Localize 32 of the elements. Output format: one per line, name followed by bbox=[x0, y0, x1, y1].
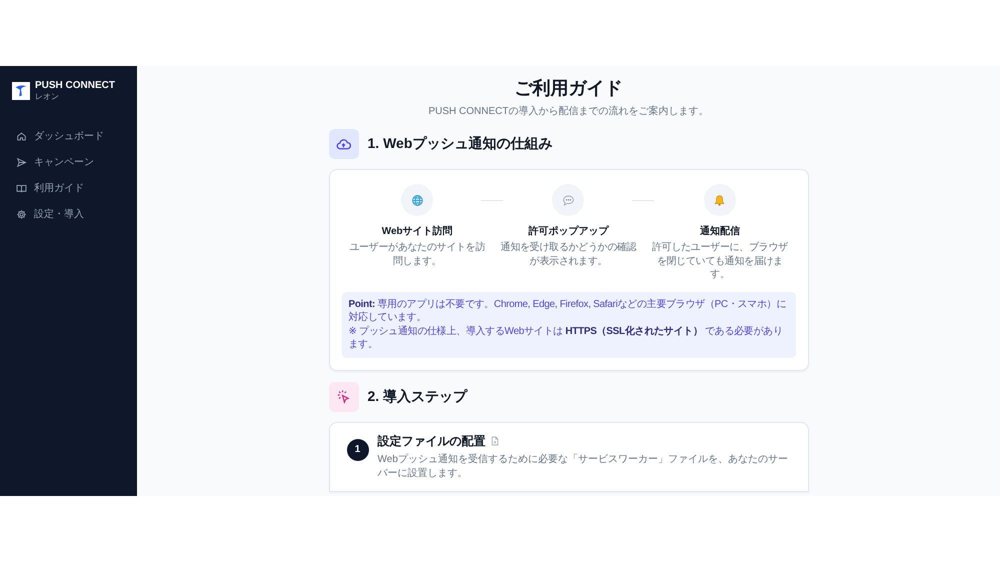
step-title: 通知配信 bbox=[700, 224, 740, 238]
settings-icon bbox=[16, 208, 27, 220]
nav-item[interactable]: キャンペーン bbox=[12, 153, 125, 171]
step-description: 通知を受け取るかどうかの確認が表示されます。 bbox=[500, 241, 638, 268]
page-subtitle: PUSH CONNECTの導入から配信までの流れをご案内します。 bbox=[427, 104, 710, 118]
page-title: ご利用ガイド bbox=[514, 77, 624, 100]
document-icon bbox=[490, 436, 498, 446]
step-description: ユーザーがあなたのサイトを訪問します。 bbox=[348, 241, 486, 268]
note-text: ※ プッシュ通知の仕様上、導入するWebサイトは HTTPS（SSL化されたサイト） である必要があります。 bbox=[348, 324, 784, 352]
step-title: Webサイト訪問 bbox=[382, 224, 453, 238]
cloud-upload-icon bbox=[336, 136, 351, 152]
brand-name: PUSH CONNECT bbox=[35, 80, 116, 91]
step-number: 1 bbox=[346, 438, 368, 460]
bell-icon bbox=[713, 194, 726, 206]
step-title: 設定ファイルの配置 bbox=[378, 432, 486, 450]
nav-item[interactable]: ダッシュボード bbox=[12, 127, 125, 145]
step-description: Webプッシュ通知を受信するために必要な「サービスワーカー」ファイルを、あなたのサーバーに設置します。 bbox=[378, 452, 789, 480]
section-heading: 1. Webプッシュ通知の仕組み bbox=[368, 135, 552, 153]
user-name: レオン bbox=[35, 92, 60, 102]
click-icon bbox=[336, 389, 351, 404]
speech-bubble-icon bbox=[562, 194, 575, 206]
section-heading: 2. 導入ステップ bbox=[368, 388, 468, 406]
step-title: 許可ポップアップ bbox=[528, 224, 608, 238]
globe-icon bbox=[410, 194, 424, 206]
step-description: 許可したユーザーに、ブラウザを閉じていても通知を届けます。 bbox=[650, 241, 789, 282]
nav-item[interactable]: 設定・導入 bbox=[12, 205, 125, 223]
home-icon bbox=[16, 130, 27, 142]
nav-item[interactable]: 利用ガイド bbox=[12, 179, 125, 197]
logo-icon bbox=[12, 82, 30, 100]
book-icon bbox=[16, 182, 27, 194]
note-text: Point: 専用のアプリは不要です。Chrome, Edge, Firefox, Safariなどの主要ブラウザ（PC・スマホ）に対応しています。 bbox=[348, 298, 787, 324]
send-icon bbox=[16, 156, 27, 168]
